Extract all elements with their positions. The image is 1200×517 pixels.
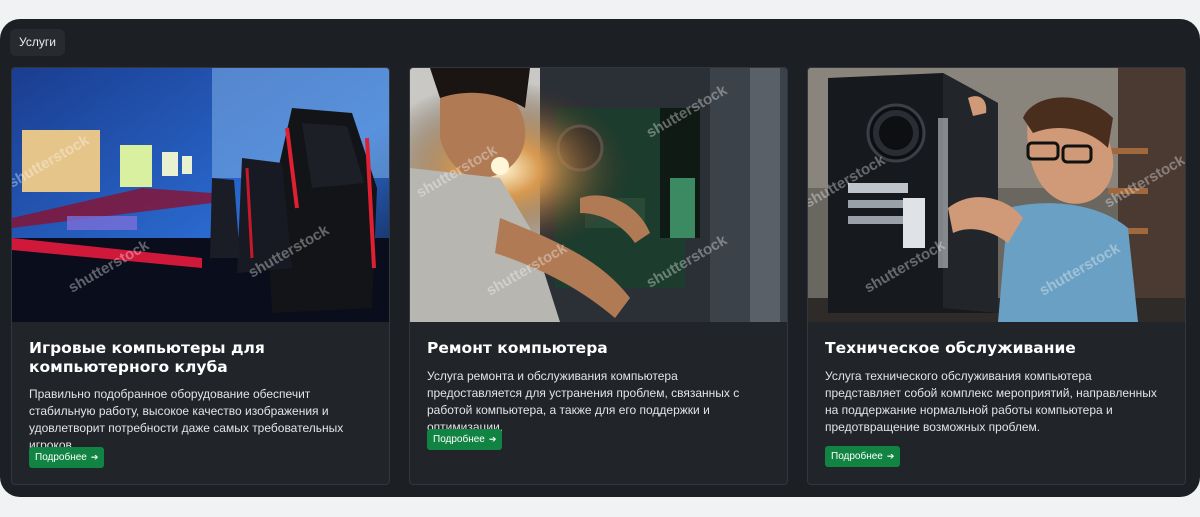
card-title: Игровые компьютеры для компьютерного клу… [29, 339, 265, 376]
service-card-maintenance: shutterstock shutterstock shutterstock s… [807, 67, 1186, 485]
arrow-right-icon: ➔ [488, 434, 497, 444]
more-button-label: Подробнее [35, 452, 87, 463]
more-button-label: Подробнее [831, 451, 883, 462]
service-card-gaming: shutterstock shutterstock shutterstock И… [11, 67, 390, 485]
more-button[interactable]: Подробнее ➔ [29, 447, 105, 468]
card-title: Техническое обслуживание [825, 339, 1076, 357]
services-section: Услуги shutterstock shutterstock shutter… [0, 19, 1200, 497]
card-description: Услуга ремонта и обслуживания компьютера… [427, 369, 740, 434]
arrow-right-icon: ➔ [886, 451, 895, 461]
arrow-right-icon: ➔ [90, 452, 99, 462]
gaming-club-photo: shutterstock shutterstock shutterstock [12, 68, 389, 322]
service-card-repair: shutterstock shutterstock shutterstock s… [409, 67, 788, 485]
section-label: Услуги [10, 29, 65, 56]
more-button-label: Подробнее [433, 434, 485, 445]
card-description: Услуга технического обслуживания компьют… [825, 369, 1157, 434]
card-description: Правильно подобранное оборудование обесп… [29, 387, 344, 452]
computer-maintenance-photo: shutterstock shutterstock shutterstock s… [808, 68, 1185, 322]
more-button[interactable]: Подробнее ➔ [427, 429, 503, 450]
more-button[interactable]: Подробнее ➔ [825, 446, 901, 467]
card-title: Ремонт компьютера [427, 339, 608, 357]
computer-repair-photo: shutterstock shutterstock shutterstock s… [410, 68, 787, 322]
